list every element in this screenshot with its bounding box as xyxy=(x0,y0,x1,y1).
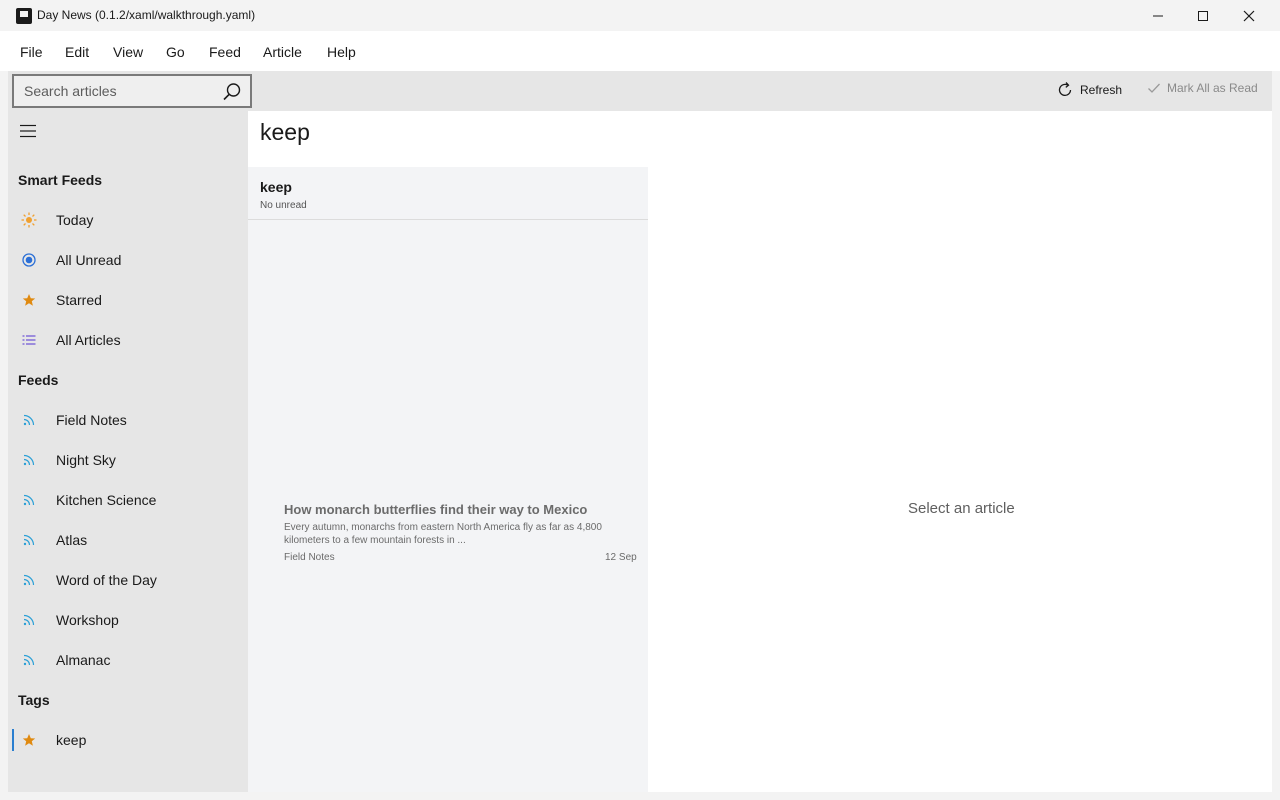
sidebar-item-label: Starred xyxy=(56,292,102,308)
window-title: Day News (0.1.2/xaml/walkthrough.yaml) xyxy=(37,8,256,22)
rss-icon xyxy=(21,652,37,668)
menu-edit[interactable]: Edit xyxy=(65,44,89,60)
maximize-icon xyxy=(1198,10,1208,21)
refresh-label: Refresh xyxy=(1080,83,1123,97)
menu-help[interactable]: Help xyxy=(327,44,356,60)
sidebar-item-kitchen-science[interactable]: Kitchen Science xyxy=(8,480,248,520)
search-icon[interactable] xyxy=(222,82,242,102)
list-header xyxy=(248,167,648,220)
minimize-button[interactable] xyxy=(1135,0,1181,31)
sidebar-item-workshop[interactable]: Workshop xyxy=(8,600,248,640)
sidebar-item-label: Kitchen Science xyxy=(56,492,157,508)
close-icon xyxy=(1243,10,1255,21)
feeds-heading: Feeds xyxy=(18,372,59,388)
sidebar-item-tag-keep[interactable]: keep xyxy=(8,720,248,760)
reader-empty-message: Select an article xyxy=(908,500,1015,517)
sidebar-item-today[interactable]: Today xyxy=(8,200,248,240)
menu-feed[interactable]: Feed xyxy=(209,44,241,60)
minimize-icon xyxy=(1153,15,1163,16)
sidebar-item-label: Night Sky xyxy=(56,452,116,468)
menu-view[interactable]: View xyxy=(113,44,143,60)
article-feed-name: Field Notes xyxy=(284,552,335,563)
sidebar-item-label: All Articles xyxy=(56,332,121,348)
close-button[interactable] xyxy=(1226,0,1272,31)
hamburger-menu-icon[interactable] xyxy=(19,124,37,138)
sidebar-item-label: Atlas xyxy=(56,532,88,548)
sidebar-item-almanac[interactable]: Almanac xyxy=(8,640,248,680)
sidebar-item-label: Field Notes xyxy=(56,412,127,428)
sidebar-item-night-sky[interactable]: Night Sky xyxy=(8,440,248,480)
menu-article[interactable]: Article xyxy=(263,44,302,60)
sidebar-item-field-notes[interactable]: Field Notes xyxy=(8,400,248,440)
sidebar-item-all-articles[interactable]: All Articles xyxy=(8,320,248,360)
search-input[interactable] xyxy=(24,83,214,99)
rss-icon xyxy=(21,532,37,548)
page-title: keep xyxy=(260,119,310,145)
sidebar-item-word-of-the-day[interactable]: Word of the Day xyxy=(8,560,248,600)
smart-feeds-heading: Smart Feeds xyxy=(18,172,103,188)
star-icon xyxy=(21,292,37,308)
tags-heading: Tags xyxy=(18,692,50,708)
rss-icon xyxy=(21,452,37,468)
main-header xyxy=(248,111,1272,167)
star-icon xyxy=(21,732,37,748)
article-list-pane xyxy=(248,167,648,792)
search-box[interactable] xyxy=(12,74,252,108)
reader-pane xyxy=(648,167,1272,792)
sidebar-item-atlas[interactable]: Atlas xyxy=(8,520,248,560)
list-header-subtitle: No unread xyxy=(260,200,307,211)
menu-go[interactable]: Go xyxy=(166,44,185,60)
sidebar-item-all-unread[interactable]: All Unread xyxy=(8,240,248,280)
sidebar-item-label: Today xyxy=(56,212,94,228)
article-snippet: Every autumn, monarchs from eastern Nort… xyxy=(284,522,602,546)
list-icon xyxy=(21,332,37,348)
checkmark-icon xyxy=(1148,83,1160,93)
refresh-icon xyxy=(1058,82,1072,96)
maximize-button[interactable] xyxy=(1180,0,1226,31)
sidebar-item-label: Almanac xyxy=(56,652,111,668)
list-header-title: keep xyxy=(260,179,292,195)
sidebar-item-label: keep xyxy=(56,732,87,748)
rss-icon xyxy=(21,572,37,588)
article-title[interactable]: How monarch butterflies find their way t… xyxy=(284,502,587,517)
rss-icon xyxy=(21,492,37,508)
sidebar-item-label: Workshop xyxy=(56,612,119,628)
rss-icon xyxy=(21,412,37,428)
article-date: 12 Sep xyxy=(605,552,637,563)
menu-file[interactable]: File xyxy=(20,44,43,60)
sidebar-item-starred[interactable]: Starred xyxy=(8,280,248,320)
mark-all-read-button[interactable]: Mark All as Read xyxy=(1147,81,1258,95)
radio-dot-icon xyxy=(21,252,37,268)
mark-all-read-label: Mark All as Read xyxy=(1167,81,1258,95)
rss-icon xyxy=(21,612,37,628)
refresh-button[interactable]: Refresh xyxy=(1056,81,1122,99)
sidebar-item-label: All Unread xyxy=(56,252,122,268)
app-icon xyxy=(16,8,32,24)
sun-icon xyxy=(21,212,37,228)
menu-bar xyxy=(0,31,1280,71)
sidebar-item-label: Word of the Day xyxy=(56,572,157,588)
